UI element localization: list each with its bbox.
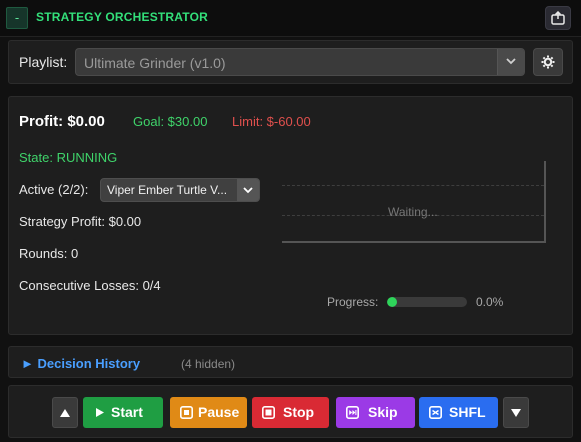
- active-strategy-value: Viper Ember Turtle V...: [107, 183, 228, 197]
- active-strategy-label: Active (2/2):: [19, 182, 89, 197]
- gear-icon: [541, 55, 555, 69]
- hidden-count: (4 hidden): [181, 357, 236, 371]
- skip-button[interactable]: Skip: [336, 397, 415, 428]
- start-label: Start: [111, 404, 143, 420]
- skip-label: Skip: [368, 404, 398, 420]
- title-bar: - STRATEGY ORCHESTRATOR: [0, 0, 581, 37]
- decision-history-toggle[interactable]: ► Decision History: [21, 356, 140, 371]
- playlist-settings-button[interactable]: [533, 48, 563, 76]
- chart-placeholder: Waiting...: [388, 205, 438, 219]
- progress-bar: [387, 297, 467, 307]
- stop-label: Stop: [283, 404, 315, 420]
- rounds-count: Rounds: 0: [19, 246, 79, 261]
- start-button[interactable]: Start: [83, 397, 163, 428]
- controls-panel: Start Pause Stop Skip SHFL: [8, 385, 573, 438]
- stop-button[interactable]: Stop: [252, 397, 329, 428]
- panel-title: STRATEGY ORCHESTRATOR: [36, 10, 208, 24]
- play-icon: [96, 408, 104, 417]
- limit-value: Limit: $-60.00: [232, 114, 311, 129]
- stop-icon: [262, 406, 275, 419]
- popout-icon: [551, 11, 565, 25]
- playlist-selected-value: Ultimate Grinder (v1.0): [84, 55, 226, 71]
- profit-value: Profit: $0.00: [19, 113, 105, 130]
- move-down-button[interactable]: [503, 397, 529, 428]
- chart-axis-right: [544, 161, 546, 241]
- triangle-up-icon: [60, 409, 70, 417]
- progress-fill: [387, 297, 397, 307]
- chart-axis-bottom: [282, 241, 546, 243]
- collapse-button[interactable]: -: [6, 7, 28, 29]
- strategy-profit: Strategy Profit: $0.00: [19, 214, 142, 229]
- pause-label: Pause: [198, 404, 240, 420]
- shuffle-label: SHFL: [449, 404, 486, 420]
- shuffle-button[interactable]: SHFL: [419, 397, 498, 428]
- pause-button[interactable]: Pause: [170, 397, 247, 428]
- chart-gridline: [282, 185, 544, 186]
- shuffle-icon: [429, 406, 442, 419]
- popout-button[interactable]: [545, 6, 571, 30]
- skip-icon: [346, 406, 359, 419]
- playlist-label: Playlist:: [19, 54, 68, 70]
- progress-label: Progress:: [327, 295, 379, 309]
- triangle-down-icon: [511, 409, 521, 417]
- profit-chart: Waiting...: [282, 161, 546, 243]
- progress-value: 0.0%: [476, 295, 504, 309]
- decision-history-panel[interactable]: ► Decision History (4 hidden): [8, 346, 573, 378]
- playlist-panel: Playlist: Ultimate Grinder (v1.0): [8, 40, 573, 84]
- status-panel: Profit: $0.00 Goal: $30.00 Limit: $-60.0…: [8, 96, 573, 335]
- pause-icon: [180, 406, 193, 419]
- goal-value: Goal: $30.00: [133, 114, 208, 129]
- state-value: State: RUNNING: [19, 150, 118, 165]
- consecutive-losses: Consecutive Losses: 0/4: [19, 278, 161, 293]
- chevron-down-icon: [497, 49, 524, 75]
- chevron-down-icon: [237, 179, 259, 201]
- playlist-select[interactable]: Ultimate Grinder (v1.0): [75, 48, 525, 76]
- move-up-button[interactable]: [52, 397, 78, 428]
- active-strategy-select[interactable]: Viper Ember Turtle V...: [100, 178, 260, 202]
